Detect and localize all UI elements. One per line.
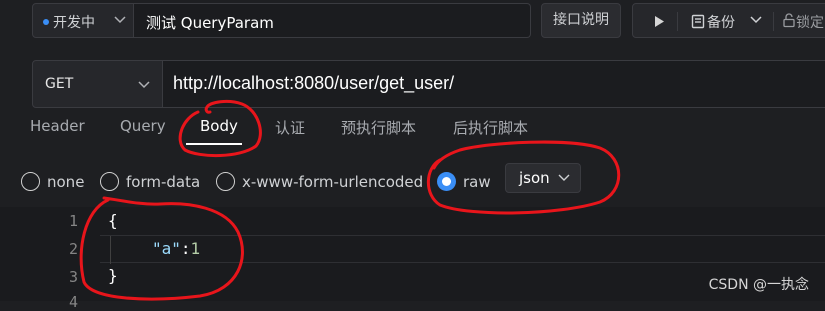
line-number: 3 (68, 268, 78, 286)
divider (677, 12, 678, 31)
radio-urlencoded[interactable] (216, 172, 235, 191)
request-name-text: 测试 QueryParam (146, 14, 274, 32)
watermark: CSDN @一执念 (708, 277, 809, 293)
url-text: http://localhost:8080/user/get_user/ (173, 73, 455, 93)
json-key: "a" (152, 239, 181, 258)
backup-button[interactable]: 备份 (707, 12, 735, 32)
active-tab-indicator (186, 143, 242, 145)
radio-form-data[interactable] (100, 172, 119, 191)
status-label: 开发中 (53, 15, 95, 31)
url-input[interactable]: http://localhost:8080/user/get_user/ (163, 60, 825, 108)
line-number: 1 (68, 212, 78, 230)
action-group: 备份 锁定 (632, 3, 825, 38)
radio-raw-label[interactable]: raw (463, 173, 491, 191)
radio-urlencoded-label[interactable]: x-www-form-urlencoded (242, 173, 423, 191)
current-line-highlight (100, 235, 825, 263)
play-icon[interactable] (653, 15, 665, 28)
chevron-down-icon (558, 174, 570, 181)
raw-format-label: json (519, 169, 550, 187)
raw-format-select[interactable]: json (505, 163, 581, 193)
line-number: 4 (68, 293, 78, 311)
code-line-1: { (108, 211, 118, 230)
request-name-input[interactable]: 测试 QueryParam (134, 3, 531, 38)
radio-none-label[interactable]: none (47, 173, 84, 191)
method-select[interactable]: GET (32, 60, 163, 108)
status-dot-icon (43, 19, 49, 25)
tab-header[interactable]: Header (30, 117, 85, 141)
doc-button[interactable]: 接口说明 (541, 3, 621, 38)
radio-form-data-label[interactable]: form-data (126, 173, 200, 191)
chevron-down-icon[interactable] (749, 13, 763, 27)
tab-post-script[interactable]: 后执行脚本 (453, 117, 528, 141)
chevron-down-icon (138, 81, 150, 89)
lock-icon (783, 13, 795, 28)
lock-button[interactable]: 锁定 (796, 12, 824, 32)
code-line-2: "a":1 (152, 239, 200, 258)
tab-body[interactable]: Body (200, 117, 238, 141)
backup-icon (691, 14, 705, 29)
tab-auth[interactable]: 认证 (275, 117, 305, 141)
json-colon: : (180, 239, 191, 258)
chevron-down-icon (114, 16, 126, 24)
indent-guide (110, 236, 111, 264)
line-number: 2 (68, 240, 78, 258)
status-dropdown[interactable]: 开发中 (32, 3, 134, 38)
radio-raw[interactable] (437, 172, 456, 191)
radio-none[interactable] (21, 172, 40, 191)
tab-query[interactable]: Query (120, 117, 166, 141)
method-label: GET (45, 76, 74, 92)
json-value: 1 (190, 239, 201, 258)
code-line-3: } (108, 266, 118, 285)
tab-pre-script[interactable]: 预执行脚本 (341, 117, 416, 141)
divider (773, 12, 774, 31)
